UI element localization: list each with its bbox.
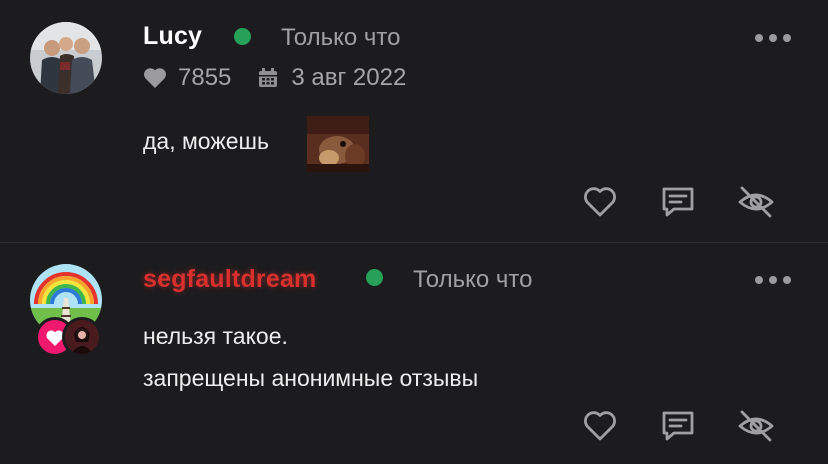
message-square-icon [662,187,694,217]
comment-text-line: да, можешь [143,128,269,154]
avatar[interactable] [30,22,102,94]
comment-text-line: запрещены анонимные отзывы [143,365,479,391]
comment-time: Только что [281,24,401,51]
sticker-image [307,116,369,172]
comment-divider [0,242,828,243]
more-horizontal-icon [755,276,763,284]
like-button[interactable] [580,182,620,222]
more-horizontal-icon [755,34,763,42]
heart-filled-icon [143,67,167,89]
comment-item: segfaultdream Только что нельзя такое. з… [0,244,828,464]
online-status-indicator [366,269,383,286]
reply-button[interactable] [658,406,698,446]
message-square-icon [662,411,694,441]
username[interactable]: Lucy [143,22,202,51]
hide-button[interactable] [736,182,776,222]
heart-outline-icon [584,411,616,441]
heart-outline-icon [584,187,616,217]
more-options-button[interactable] [755,31,795,45]
eye-off-icon [738,410,774,442]
calendar-icon [257,67,279,89]
username[interactable]: segfaultdream [143,265,317,294]
badge-portrait-icon [65,320,99,354]
likes-count: 7855 [178,64,232,91]
eye-off-icon [738,186,774,218]
comment-meta: 7855 3 авг 2022 [143,64,406,92]
hide-button[interactable] [736,406,776,446]
comment-text-line: нельзя такое. [143,323,288,349]
like-button[interactable] [580,406,620,446]
more-options-button[interactable] [755,273,795,287]
online-status-indicator [234,28,251,45]
comment-time: Только что [413,266,533,293]
post-date: 3 авг 2022 [291,64,407,91]
reply-button[interactable] [658,182,698,222]
profile-badge[interactable] [62,317,102,357]
comment-item: Lucy Только что 7855 3 авг 2022 да, може… [0,0,828,243]
